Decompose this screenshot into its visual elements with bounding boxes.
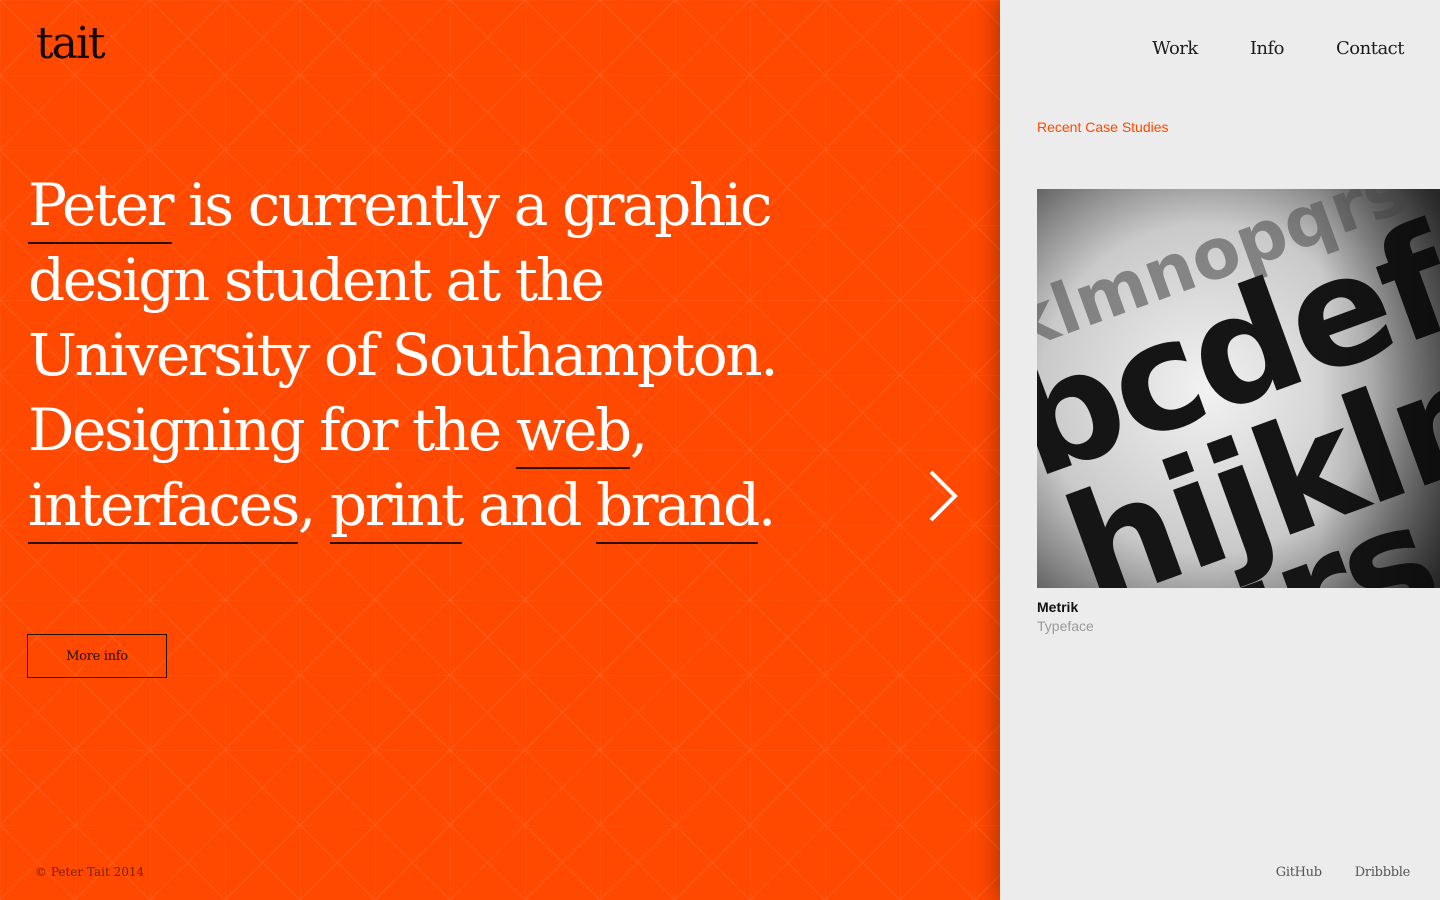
headline-link-brand[interactable]: brand [595, 471, 760, 544]
hero-panel: tait Peter is currently a graphic design… [0, 0, 1000, 900]
case-study-card[interactable]: ijklmnopqrs bcdefg hijklm pqrs Metrik Ty… [1037, 189, 1440, 634]
nav-item-work[interactable]: Work [1152, 38, 1198, 59]
nav-item-contact[interactable]: Contact [1336, 38, 1404, 59]
more-info-button[interactable]: More info [27, 634, 167, 678]
dribbble-link[interactable]: Dribbble [1355, 865, 1411, 880]
headline-link-interfaces[interactable]: interfaces [28, 471, 300, 544]
social-links: GitHub Dribbble [1276, 865, 1411, 880]
headline-link-peter[interactable]: Peter [28, 171, 175, 244]
headline-text: and [462, 471, 596, 539]
hero-headline: Peter is currently a graphic design stud… [28, 168, 828, 544]
headline-text: . [757, 471, 776, 539]
headline-text: , [629, 396, 648, 464]
case-study-title[interactable]: Metrik [1037, 599, 1440, 615]
headline-text: , [297, 471, 330, 539]
headline-link-web[interactable]: web [515, 396, 632, 469]
headline-link-print[interactable]: print [329, 471, 464, 544]
main-nav: Work Info Contact [1152, 38, 1404, 59]
case-study-type: Typeface [1037, 618, 1094, 634]
case-study-thumbnail[interactable]: ijklmnopqrs bcdefg hijklm pqrs [1037, 189, 1440, 588]
case-studies-heading: Recent Case Studies [1037, 119, 1169, 135]
copyright-text: © Peter Tait 2014 [35, 865, 145, 879]
github-link[interactable]: GitHub [1276, 865, 1322, 880]
chevron-right-icon[interactable] [921, 466, 965, 526]
side-panel: Work Info Contact Recent Case Studies i [1000, 0, 1440, 900]
nav-item-info[interactable]: Info [1250, 38, 1285, 59]
site-logo[interactable]: tait [36, 22, 106, 66]
